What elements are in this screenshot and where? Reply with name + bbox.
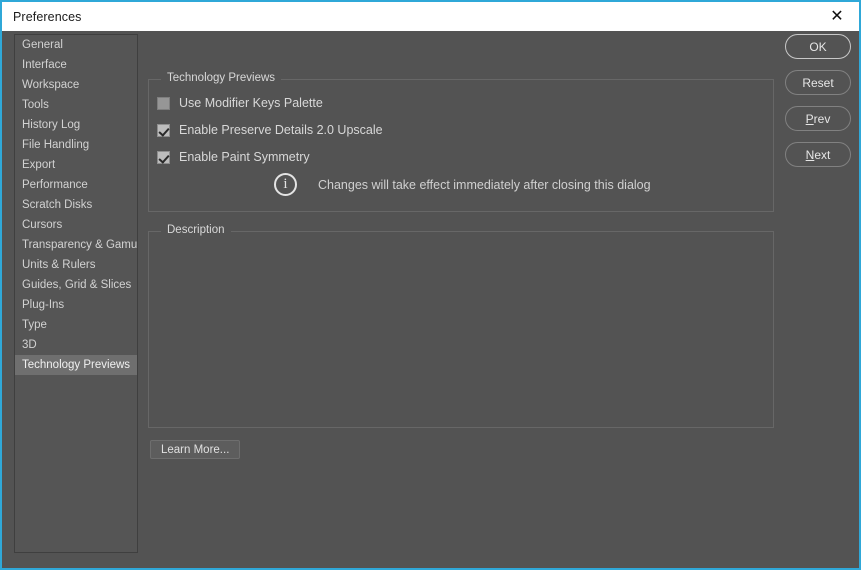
window-title: Preferences: [13, 9, 82, 24]
sidebar-item-type[interactable]: Type: [15, 315, 137, 335]
sidebar-item-technology-previews[interactable]: Technology Previews: [15, 355, 137, 375]
sidebar-item-file-handling[interactable]: File Handling: [15, 135, 137, 155]
button-label: OK: [809, 39, 827, 54]
prev-button[interactable]: Prev: [785, 106, 851, 131]
checkbox-label-enable-preserve-details: Enable Preserve Details 2.0 Upscale: [179, 123, 383, 137]
description-legend: Description: [161, 224, 231, 236]
description-group: Description: [148, 224, 774, 428]
preferences-dialog: Preferences ✕ General Interface Workspace T…: [0, 0, 861, 570]
sidebar-item-guides-grid-slices[interactable]: Guides, Grid & Slices: [15, 275, 137, 295]
sidebar-item-cursors[interactable]: Cursors: [15, 215, 137, 235]
info-icon-glyph: i: [283, 176, 288, 192]
checkbox-label-enable-paint-symmetry: Enable Paint Symmetry: [179, 150, 310, 164]
next-button[interactable]: Next: [785, 142, 851, 167]
button-label: Prev: [805, 111, 831, 126]
title-bar: Preferences ✕: [2, 0, 859, 31]
info-note: i Changes will take effect immediately a…: [274, 173, 651, 196]
checkbox-label-use-modifier-keys-palette: Use Modifier Keys Palette: [179, 96, 323, 110]
checkbox-row-enable-paint-symmetry[interactable]: Enable Paint Symmetry: [157, 150, 310, 164]
sidebar-item-plug-ins[interactable]: Plug-Ins: [15, 295, 137, 315]
reset-button[interactable]: Reset: [785, 70, 851, 95]
sidebar-item-units-rulers[interactable]: Units & Rulers: [15, 255, 137, 275]
button-label: Next: [805, 147, 831, 162]
technology-previews-group: Technology Previews Use Modifier Keys Pa…: [148, 72, 774, 212]
button-label: Reset: [802, 75, 834, 90]
sidebar-item-scratch-disks[interactable]: Scratch Disks: [15, 195, 137, 215]
technology-previews-legend: Technology Previews: [161, 72, 282, 84]
checkbox-enable-paint-symmetry[interactable]: [157, 150, 170, 164]
learn-more-button[interactable]: Learn More...: [150, 440, 241, 459]
info-icon: i: [274, 173, 297, 196]
sidebar-item-export[interactable]: Export: [15, 155, 137, 175]
sidebar-item-general[interactable]: General: [15, 35, 137, 55]
checkbox-use-modifier-keys-palette[interactable]: [157, 96, 170, 110]
sidebar-item-performance[interactable]: Performance: [15, 175, 137, 195]
dialog-body: General Interface Workspace Tools History Lo…: [2, 31, 859, 568]
checkbox-row-use-modifier-keys-palette[interactable]: Use Modifier Keys Palette: [157, 96, 323, 110]
close-button[interactable]: ✕: [815, 2, 859, 31]
dialog-button-column: OK Reset Prev Next: [785, 34, 851, 178]
sidebar-item-workspace[interactable]: Workspace: [15, 75, 137, 95]
sidebar-item-interface[interactable]: Interface: [15, 55, 137, 75]
sidebar-item-history-log[interactable]: History Log: [15, 115, 137, 135]
sidebar-item-3d[interactable]: 3D: [15, 335, 137, 355]
checkbox-enable-preserve-details[interactable]: [157, 123, 170, 137]
ok-button[interactable]: OK: [785, 34, 851, 59]
close-icon: ✕: [830, 7, 844, 25]
info-note-text: Changes will take effect immediately aft…: [318, 177, 651, 192]
checkbox-row-enable-preserve-details[interactable]: Enable Preserve Details 2.0 Upscale: [157, 123, 383, 137]
sidebar-item-transparency-gamut[interactable]: Transparency & Gamut: [15, 235, 137, 255]
preferences-category-list[interactable]: General Interface Workspace Tools History Lo…: [14, 34, 138, 553]
sidebar-item-tools[interactable]: Tools: [15, 95, 137, 115]
